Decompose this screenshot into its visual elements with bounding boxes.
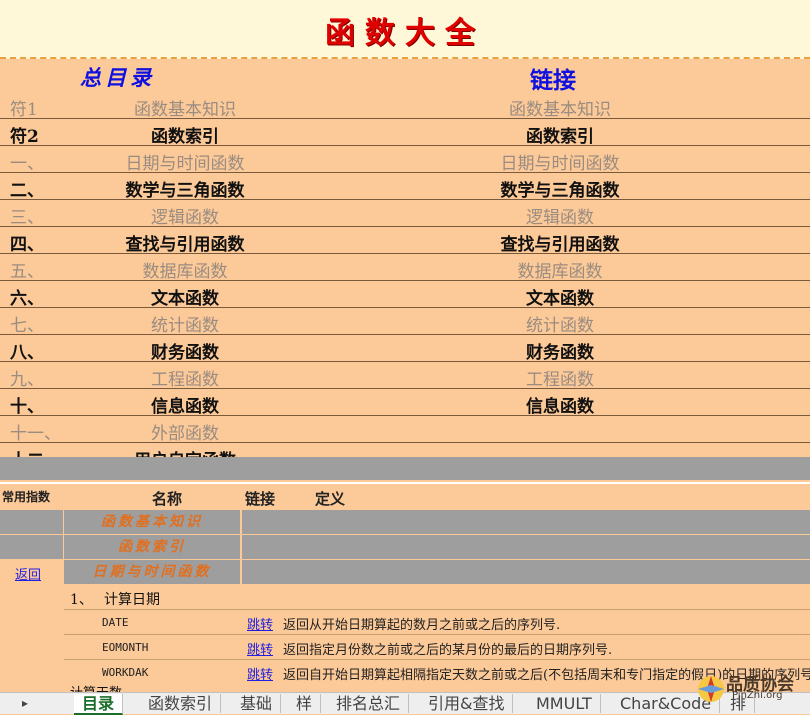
sheet-tab[interactable]: 样 — [288, 694, 322, 713]
name-column-header: 名称 — [152, 490, 183, 508]
toc-number: 四、 — [10, 235, 44, 255]
toc-item-link[interactable]: 逻辑函数 — [60, 203, 310, 228]
toc-number: 十、 — [10, 397, 44, 417]
toc-link[interactable]: 日期与时间函数 — [435, 149, 685, 174]
toc-row: 三、 逻辑函数 逻辑函数 — [0, 200, 810, 228]
index-header: 常用指数 名称 链接 定义 — [0, 482, 810, 510]
toc-item-link[interactable]: 查找与引用函数 — [60, 230, 310, 255]
toc-number: 二、 — [10, 181, 44, 201]
toc-link[interactable]: 逻辑函数 — [435, 203, 685, 228]
toc-row: 六、 文本函数 文本函数 — [0, 281, 810, 309]
toc-number: 三、 — [10, 208, 44, 228]
toc-number: 十一、 — [10, 424, 61, 444]
logo-subtext: PinZhi.org — [732, 690, 783, 701]
toc-item-link[interactable]: 信息函数 — [60, 392, 310, 417]
toc-item-link[interactable]: 工程函数 — [60, 365, 310, 390]
toc-link[interactable]: 数据库函数 — [435, 257, 685, 282]
toc-link[interactable]: 财务函数 — [435, 338, 685, 363]
toc-link[interactable]: 统计函数 — [435, 311, 685, 336]
toc-number: 八、 — [10, 343, 44, 363]
toc-link[interactable]: 工程函数 — [435, 365, 685, 390]
toc-number: 符2 — [10, 127, 39, 147]
toc-row: 九、 工程函数 工程函数 — [0, 362, 810, 390]
toc-link[interactable]: 查找与引用函数 — [435, 230, 685, 255]
page-title: 函数大全 — [325, 16, 485, 51]
toc-row: 七、 统计函数 统计函数 — [0, 308, 810, 336]
function-definition: 返回从开始日期算起的数月之前或之后的序列号. — [283, 618, 561, 633]
toc-item-link[interactable]: 统计函数 — [60, 311, 310, 336]
function-name: WORKDAK — [102, 666, 149, 679]
section-title: 计算日期 — [104, 592, 160, 608]
sheet-tab[interactable]: 函数索引 — [140, 694, 222, 713]
toc-item-link[interactable]: 文本函数 — [60, 284, 310, 309]
toc-item-link[interactable]: 数学与三角函数 — [60, 176, 310, 201]
toc-number: 五、 — [10, 262, 44, 282]
function-row: DATE 跳转 返回从开始日期算起的数月之前或之后的序列号. — [64, 609, 810, 635]
title-band: 函数大全 — [0, 0, 810, 59]
section-number: 1、 — [70, 592, 93, 608]
toc-number: 六、 — [10, 289, 44, 309]
category-row: 函数索引 — [0, 535, 810, 559]
tab-scroll-icon[interactable]: ▸ — [22, 696, 28, 710]
toc-row: 符2 函数索引 函数索引 — [0, 119, 810, 147]
toc-link[interactable]: 函数基本知识 — [435, 95, 685, 120]
sheet-tab[interactable]: MMULT — [528, 694, 601, 713]
toc-item-link[interactable]: 外部函数 — [60, 419, 310, 444]
sheet-tab[interactable]: 目录 — [74, 694, 124, 715]
section-heading: 1、 计算日期 — [0, 584, 810, 610]
function-definition: 返回指定月份数之前或之后的某月份的最后的日期序列号. — [283, 643, 613, 658]
link-header-label: 链接 — [530, 67, 576, 94]
toc-item-link[interactable]: 数据库函数 — [60, 257, 310, 282]
toc-header-label: 总目录 — [80, 65, 155, 90]
sheet-tab-bar: ▸ 目录 函数索引 基础样排名总汇 引用&查找 MMULT Char&Code 排 — [0, 692, 810, 715]
category-row: 返回 日期与时间函数 — [0, 560, 810, 584]
toc-item-link[interactable]: 函数基本知识 — [60, 95, 310, 120]
category-link[interactable]: 日期与时间函数 — [64, 560, 240, 584]
category-link[interactable]: 函数索引 — [64, 535, 240, 559]
toc-number: 一、 — [10, 154, 44, 174]
toc-row: 五、 数据库函数 数据库函数 — [0, 254, 810, 282]
toc-row: 十、 信息函数 信息函数 — [0, 389, 810, 417]
category-link[interactable]: 函数基本知识 — [64, 510, 240, 534]
toc-item-link[interactable]: 日期与时间函数 — [60, 149, 310, 174]
toc-item-link[interactable]: 财务函数 — [60, 338, 310, 363]
sheet-tab[interactable]: 排名总汇 — [328, 694, 410, 713]
toc-number: 符1 — [10, 100, 38, 120]
toc-link[interactable]: 数学与三角函数 — [435, 176, 685, 201]
jump-link[interactable]: 跳转 — [247, 664, 273, 683]
toc-row: 二、 数学与三角函数 数学与三角函数 — [0, 173, 810, 201]
function-name: EOMONTH — [102, 641, 149, 654]
sheet-tab[interactable]: 基础 — [232, 694, 282, 713]
toc-row: 十一、 外部函数 — [0, 416, 810, 444]
toc-link[interactable]: 函数索引 — [435, 122, 685, 147]
function-row: EOMONTH 跳转 返回指定月份数之前或之后的某月份的最后的日期序列号. — [64, 634, 810, 660]
toc-row: 一、 日期与时间函数 日期与时间函数 — [0, 146, 810, 174]
toc-number: 七、 — [10, 316, 44, 336]
function-name: DATE — [102, 616, 129, 629]
toc-number: 九、 — [10, 370, 44, 390]
watermark-logo: 品质协会 PinZhi.org — [692, 668, 810, 713]
toc-link[interactable]: 信息函数 — [435, 392, 685, 417]
toc-list: 符1 函数基本知识 函数基本知识 符2 函数索引 函数索引 一、 日期与时间函数 日期与时间函数… — [0, 92, 810, 471]
link-column-header: 链接 — [245, 490, 276, 508]
toc-row: 符1 函数基本知识 函数基本知识 — [0, 92, 810, 120]
jump-link[interactable]: 跳转 — [247, 639, 273, 658]
def-column-header: 定义 — [315, 490, 346, 508]
toc-header: 总目录 链接 — [0, 60, 810, 94]
toc-row: 八、 财务函数 财务函数 — [0, 335, 810, 363]
toc-link[interactable]: 文本函数 — [435, 284, 685, 309]
toc-item-link[interactable]: 函数索引 — [60, 122, 310, 147]
freq-column-header: 常用指数 — [2, 490, 51, 504]
category-row: 函数基本知识 — [0, 510, 810, 534]
logo-icon — [698, 676, 724, 702]
jump-link[interactable]: 跳转 — [247, 614, 273, 633]
separator-band — [0, 457, 810, 480]
toc-row: 四、 查找与引用函数 查找与引用函数 — [0, 227, 810, 255]
back-link[interactable]: 返回 — [15, 564, 41, 583]
sheet-tab[interactable]: 引用&查找 — [420, 694, 514, 713]
